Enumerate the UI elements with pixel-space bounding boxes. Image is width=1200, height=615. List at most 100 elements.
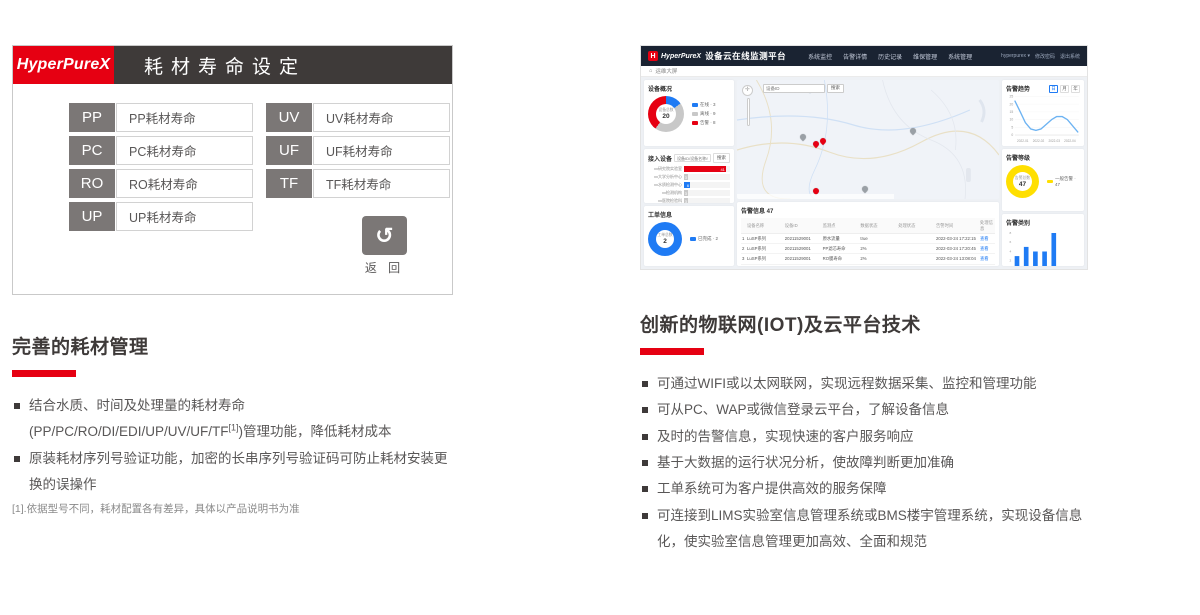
tf-badge: TF	[266, 169, 312, 198]
alarm-cell: LuSP系列	[746, 234, 784, 244]
work-order-donut: 工单总数 2	[648, 222, 682, 256]
dashboard-brand: HyperPureX	[661, 53, 701, 60]
logout-link[interactable]: 退出系统	[1060, 53, 1080, 60]
nav-item-history[interactable]: 历史记录	[878, 52, 902, 61]
device-search-input[interactable]	[674, 154, 711, 162]
nav-item-maintenance[interactable]: 维保管理	[913, 52, 937, 61]
change-password-link[interactable]: 修改密码	[1035, 53, 1055, 60]
dashboard-title: 设备云在线监测平台	[705, 50, 786, 62]
legend-swatch	[692, 121, 698, 125]
alarm-table-row: 4KL系列20220113001原水压力true2022-03-11 15:26…	[741, 264, 995, 266]
work-order-legend: 已完成 · 2	[690, 236, 718, 242]
view-link[interactable]: 查看	[980, 236, 989, 241]
svg-text:25: 25	[1010, 95, 1014, 99]
map-zoom-control[interactable]: ✛	[742, 85, 754, 126]
svg-text:2022-02: 2022-02	[1033, 139, 1045, 143]
left-bullet-list: 结合水质、时间及处理量的耗材寿命(PP/PC/RO/DI/EDI/UP/UV/U…	[12, 393, 453, 498]
consumable-button-tf[interactable]: TFTF耗材寿命	[266, 169, 450, 198]
device-search-button[interactable]: 搜索	[713, 153, 730, 163]
alarm-cell	[897, 254, 935, 264]
col-monitor-point: 监测点	[822, 218, 860, 234]
alarm-table-panel: 告警信息 47 设备名称 设备ID 监测点 数据状态 处理状态	[737, 202, 999, 266]
col-device-id: 设备ID	[784, 218, 822, 234]
legend-item: 已完成 · 2	[690, 236, 718, 242]
alarm-cell: 2%	[859, 254, 897, 264]
map-roads	[737, 80, 999, 199]
uf-label: UF耗材寿命	[313, 136, 450, 165]
device-bar-row: xx研究院实验室41	[648, 166, 730, 172]
consumable-button-grid: PPPP耗材寿命 PCPC耗材寿命 RORO耗材寿命 UPUP耗材寿命 UVUV…	[69, 103, 450, 231]
user-name[interactable]: hyperpurex ▾	[1001, 53, 1030, 59]
alarm-cell: RO膜寿命	[822, 254, 860, 264]
map-search-button[interactable]: 搜索	[827, 84, 844, 93]
alarm-cell: KL系列	[746, 264, 784, 266]
device-bar-label: xx研究院实验室	[648, 166, 682, 172]
bullet-item: 可连接到LIMS实验室信息管理系统或BMS楼宇管理系统，实现设备信息化，使实验室…	[640, 503, 1090, 556]
alarm-cell	[897, 264, 935, 266]
view-link[interactable]: 查看	[980, 246, 989, 251]
alarm-cell: PP滤芯寿命	[822, 244, 860, 254]
device-bar[interactable]: 6	[684, 182, 690, 188]
bullet-item: 及时的告警信息，实现快速的客户服务响应	[640, 424, 1090, 450]
bullet-item: 工单系统可为客户提供高效的服务保障	[640, 476, 1090, 502]
device-ui-header: HyperPureX 耗材寿命设定	[13, 46, 452, 84]
device-map[interactable]: ✛ 搜索	[737, 80, 999, 199]
panel-title: 告警类别	[1006, 218, 1080, 227]
map-pan-icon[interactable]: ✛	[742, 85, 753, 96]
uv-badge: UV	[266, 103, 312, 132]
col-data-status: 数据状态	[859, 218, 897, 234]
device-bar-row: xx检测机构3	[648, 190, 730, 196]
legend-swatch	[692, 112, 698, 116]
alarm-cell: 原水流量	[822, 234, 860, 244]
alarm-cell: 2022-03-24 13:08:04	[935, 254, 979, 264]
undo-icon: ↺	[375, 223, 393, 249]
view-link[interactable]: 查看	[980, 256, 989, 261]
pp-label: PP耗材寿命	[116, 103, 253, 132]
consumable-button-uv[interactable]: UVUV耗材寿命	[266, 103, 450, 132]
device-bar[interactable]: 41	[684, 166, 726, 172]
svg-text:20: 20	[1010, 102, 1014, 106]
bullet-item: 原装耗材序列号验证功能，加密的长串序列号验证码可防止耗材安装更换的误操作	[12, 446, 453, 499]
alarm-cell: true	[859, 264, 897, 266]
device-bar-label: xx大学分析中心	[648, 174, 682, 180]
dashboard-nav-items: 系统监控 告警详情 历史记录 维保管理 系统管理	[808, 52, 972, 61]
tab-year[interactable]: 年	[1071, 85, 1080, 93]
col-handle-status: 处理状态	[897, 218, 935, 234]
nav-item-system[interactable]: 系统管理	[948, 52, 972, 61]
consumable-button-pc[interactable]: PCPC耗材寿命	[69, 136, 253, 165]
back-button[interactable]: ↺	[362, 216, 407, 255]
alarm-cell	[897, 244, 935, 254]
consumable-button-pp[interactable]: PPPP耗材寿命	[69, 103, 253, 132]
device-overview-donut: 设备总数 20	[648, 96, 684, 132]
pc-badge: PC	[69, 136, 115, 165]
ro-badge: RO	[69, 169, 115, 198]
legend-item: 一般告警 · 47	[1047, 176, 1080, 187]
back-control: ↺ 返 回	[362, 216, 407, 276]
legend-label: 在线 · 3	[700, 102, 716, 108]
svg-text:2022-01: 2022-01	[1017, 139, 1029, 143]
map-zoom-slider[interactable]	[747, 98, 750, 126]
map-search-input[interactable]	[763, 84, 825, 93]
alarm-level-panel: 告警等级 告警总数 47 一般告警 · 47	[1002, 149, 1084, 211]
left-section-heading: 完善的耗材管理	[12, 332, 453, 359]
nav-item-alarm[interactable]: 告警详情	[843, 52, 867, 61]
bullet-text: 原装耗材序列号验证功能，加密的长串序列号验证码可防止耗材安装更换的误操作	[29, 451, 448, 492]
nav-item-monitor[interactable]: 系统监控	[808, 52, 832, 61]
bullet-text: )管理功能，降低耗材成本	[239, 424, 392, 439]
device-bar[interactable]: 3	[684, 190, 688, 196]
device-bar[interactable]: 3	[684, 198, 688, 203]
col-action: 处理信息	[979, 218, 995, 234]
tab-day[interactable]: 日	[1049, 85, 1058, 93]
panel-title: 设备概况	[648, 84, 730, 93]
dashboard-middle-column: ✛ 搜索 告警信息 47	[737, 80, 999, 266]
device-bar[interactable]: 3	[684, 174, 688, 180]
trend-tabs: 日 月 年	[1049, 85, 1080, 93]
alarm-cell: LuSP系列	[746, 254, 784, 264]
alarm-level-legend: 一般告警 · 47	[1047, 176, 1080, 187]
consumable-button-up[interactable]: UPUP耗材寿命	[69, 202, 253, 231]
consumable-button-uf[interactable]: UFUF耗材寿命	[266, 136, 450, 165]
tab-month[interactable]: 月	[1060, 85, 1069, 93]
consumable-button-ro[interactable]: RORO耗材寿命	[69, 169, 253, 198]
home-icon[interactable]: ⌂	[649, 68, 652, 74]
alarm-cell: LuSP系列	[746, 244, 784, 254]
